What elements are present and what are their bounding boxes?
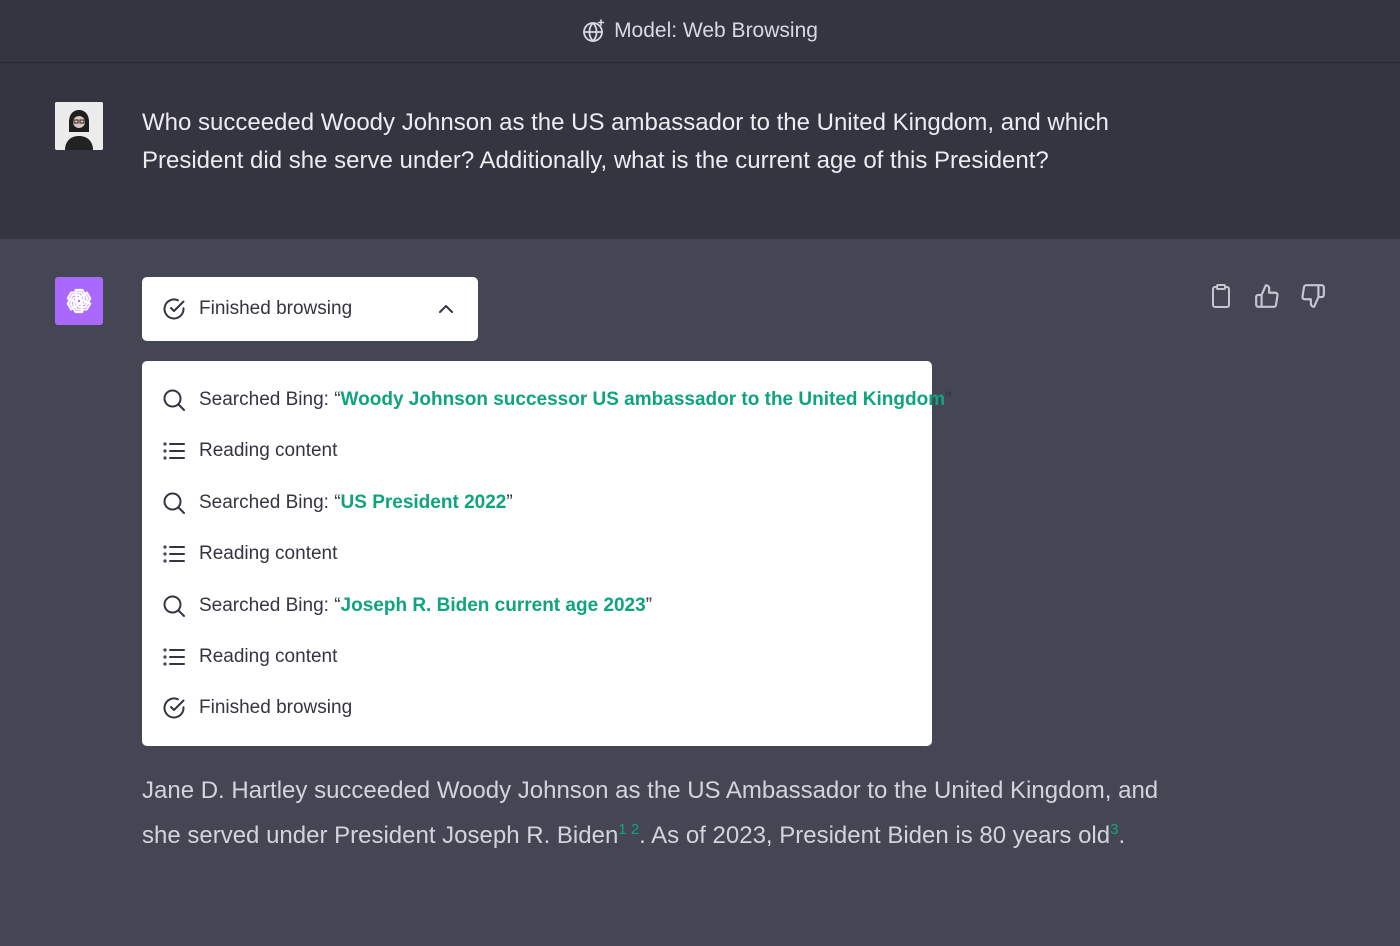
copy-button[interactable] (1208, 283, 1234, 309)
search-icon (161, 387, 187, 413)
model-header: Model: Web Browsing (0, 0, 1400, 63)
browsing-step-search: Searched Bing: “Joseph R. Biden current … (161, 591, 652, 621)
assistant-answer-text: Jane D. Hartley succeeded Woody Johnson … (142, 768, 1202, 858)
search-icon (161, 490, 187, 516)
browsing-step-reading: Reading content (161, 436, 337, 466)
browsing-steps-panel: Searched Bing: “Woody Johnson successor … (142, 361, 951, 746)
browsing-step-finished: Finished browsing (161, 693, 352, 723)
browsing-step-search: Searched Bing: “Woody Johnson successor … (161, 385, 951, 415)
answer-part-3: . (1118, 822, 1126, 849)
message-actions (1208, 283, 1326, 309)
browsing-step-reading: Reading content (161, 539, 337, 569)
check-circle-icon (161, 296, 187, 322)
thumbs-up-icon (1255, 284, 1279, 308)
search-prefix: Searched Bing: “ (199, 595, 341, 616)
browsing-step-reading: Reading content (161, 642, 337, 672)
step-label: Reading content (199, 440, 338, 461)
browsing-step-search: Searched Bing: “US President 2022” (161, 488, 513, 518)
user-message-text: Who succeeded Woody Johnson as the US am… (142, 109, 1109, 174)
citation-link[interactable]: 1 (618, 821, 626, 838)
openai-logo-icon (66, 288, 92, 314)
list-icon (161, 438, 187, 464)
search-query: Joseph R. Biden current age 2023 (340, 595, 646, 616)
list-icon (161, 541, 187, 567)
thumbs-up-button[interactable] (1254, 283, 1280, 309)
browsing-toggle-button[interactable]: Finished browsing (142, 277, 478, 341)
search-prefix: Searched Bing: “ (199, 492, 341, 513)
search-icon (161, 593, 187, 619)
model-title: Model: Web Browsing (614, 19, 818, 42)
step-label: Reading content (199, 543, 338, 564)
search-suffix: ” (506, 492, 513, 513)
citation-link[interactable]: 2 (631, 821, 639, 838)
chevron-up-icon (439, 305, 453, 313)
search-query: Woody Johnson successor US ambassador to… (340, 389, 946, 410)
search-prefix: Searched Bing: “ (199, 389, 341, 410)
step-label: Finished browsing (199, 697, 353, 718)
globe-sparkle-icon (583, 19, 605, 42)
answer-part-2: . As of 2023, President Biden is 80 year… (639, 822, 1111, 849)
user-avatar (55, 102, 103, 150)
step-label: Reading content (199, 646, 338, 667)
search-query: US President 2022 (340, 492, 507, 513)
assistant-avatar (55, 277, 103, 325)
search-suffix: ” (645, 595, 653, 616)
list-icon (161, 644, 187, 670)
thumbs-down-icon (1301, 284, 1325, 308)
thumbs-down-button[interactable] (1300, 283, 1326, 309)
browsing-toggle-label: Finished browsing (199, 298, 353, 319)
clipboard-icon (1212, 284, 1230, 308)
check-circle-icon (161, 695, 187, 721)
search-suffix: ” (945, 389, 952, 410)
